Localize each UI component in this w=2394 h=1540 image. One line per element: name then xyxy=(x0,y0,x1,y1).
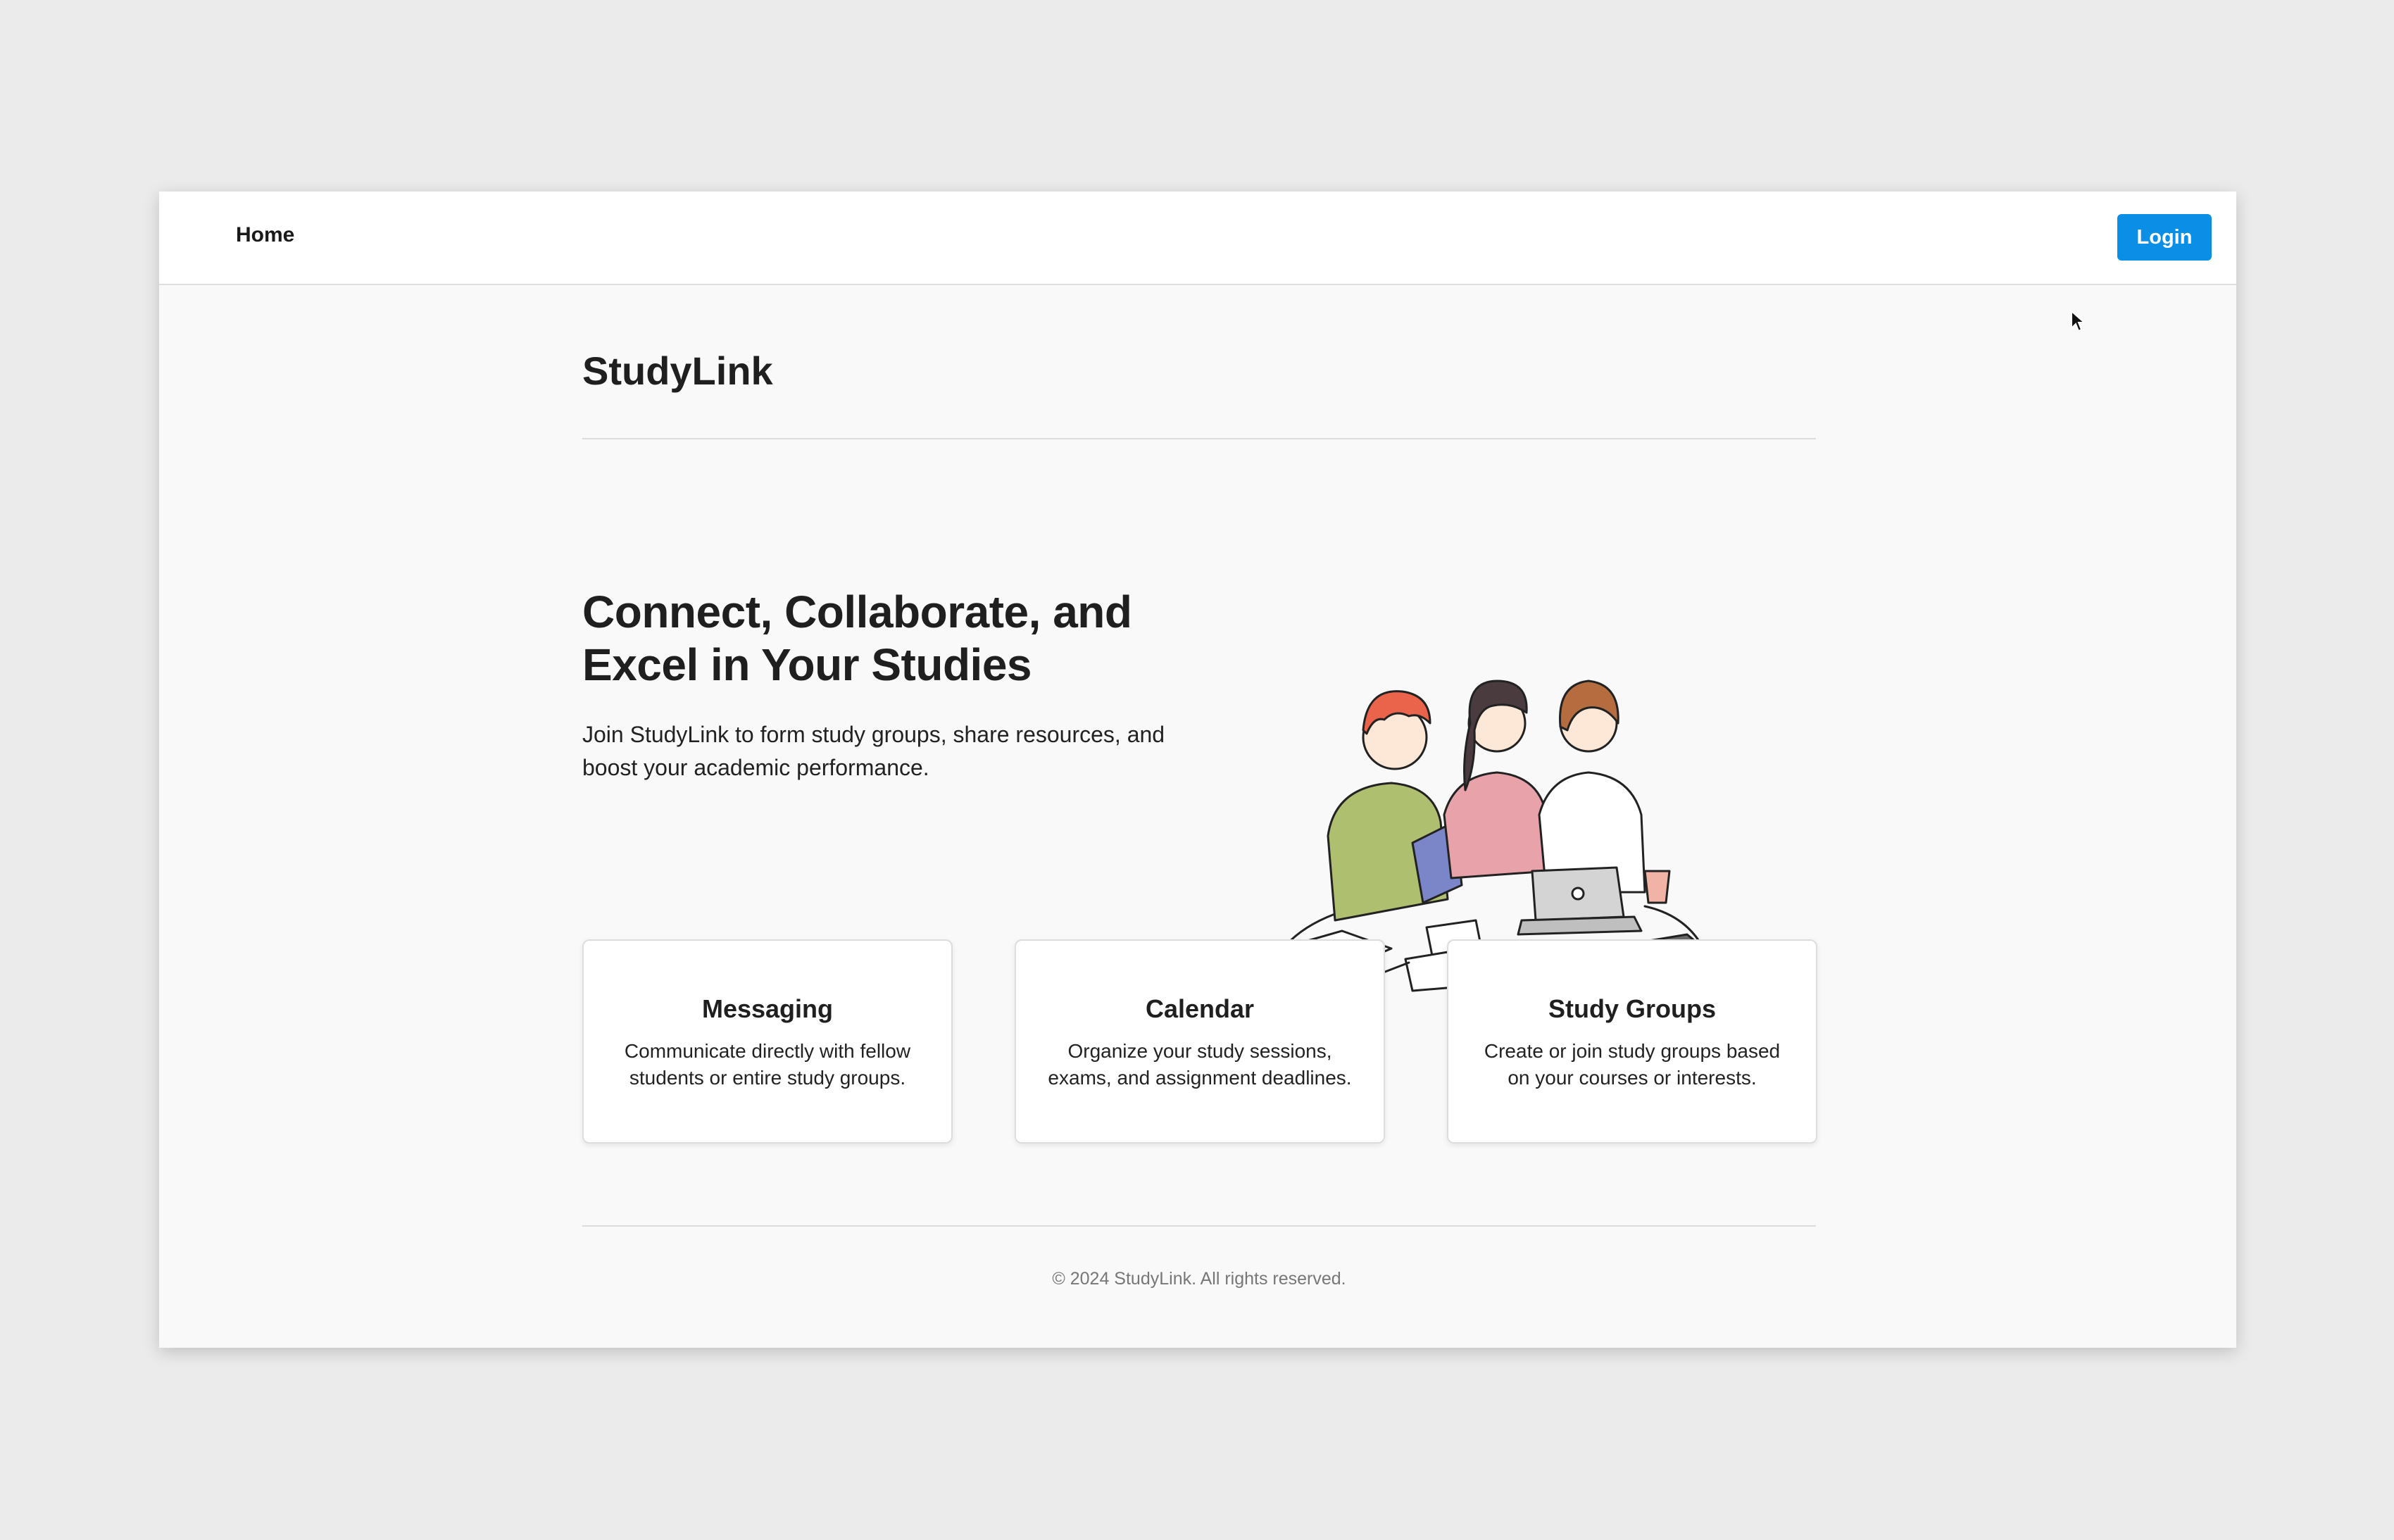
page-title: StudyLink xyxy=(582,349,773,393)
header-divider xyxy=(582,438,1816,439)
feature-card-study-groups: Study Groups Create or join study groups… xyxy=(1447,939,1817,1144)
mouse-pointer-icon xyxy=(2071,310,2086,332)
nav-home-link[interactable]: Home xyxy=(236,220,294,251)
feature-card-messaging: Messaging Communicate directly with fell… xyxy=(582,939,953,1144)
login-button[interactable]: Login xyxy=(2117,214,2212,261)
hero-title: Connect, Collaborate, and Excel in Your … xyxy=(582,587,1132,690)
feature-title: Messaging xyxy=(701,994,834,1023)
feature-description: Create or join study groups based on you… xyxy=(1484,1040,1781,1089)
top-navbar: Home Login xyxy=(159,192,2236,285)
feature-card-calendar: Calendar Organize your study sessions, e… xyxy=(1015,939,1385,1144)
feature-description: Organize your study sessions, exams, and… xyxy=(1048,1040,1352,1089)
feature-title: Study Groups xyxy=(1548,994,1716,1023)
browser-window: Home Login StudyLink Connect, Collaborat… xyxy=(159,192,2236,1348)
footer-copyright: © 2024 StudyLink. All rights reserved. xyxy=(1052,1269,1346,1289)
footer-divider xyxy=(582,1225,1816,1227)
feature-title: Calendar xyxy=(1145,994,1255,1023)
hero-description: Join StudyLink to form study groups, sha… xyxy=(582,722,1165,780)
feature-description: Communicate directly with fellow student… xyxy=(624,1040,911,1089)
